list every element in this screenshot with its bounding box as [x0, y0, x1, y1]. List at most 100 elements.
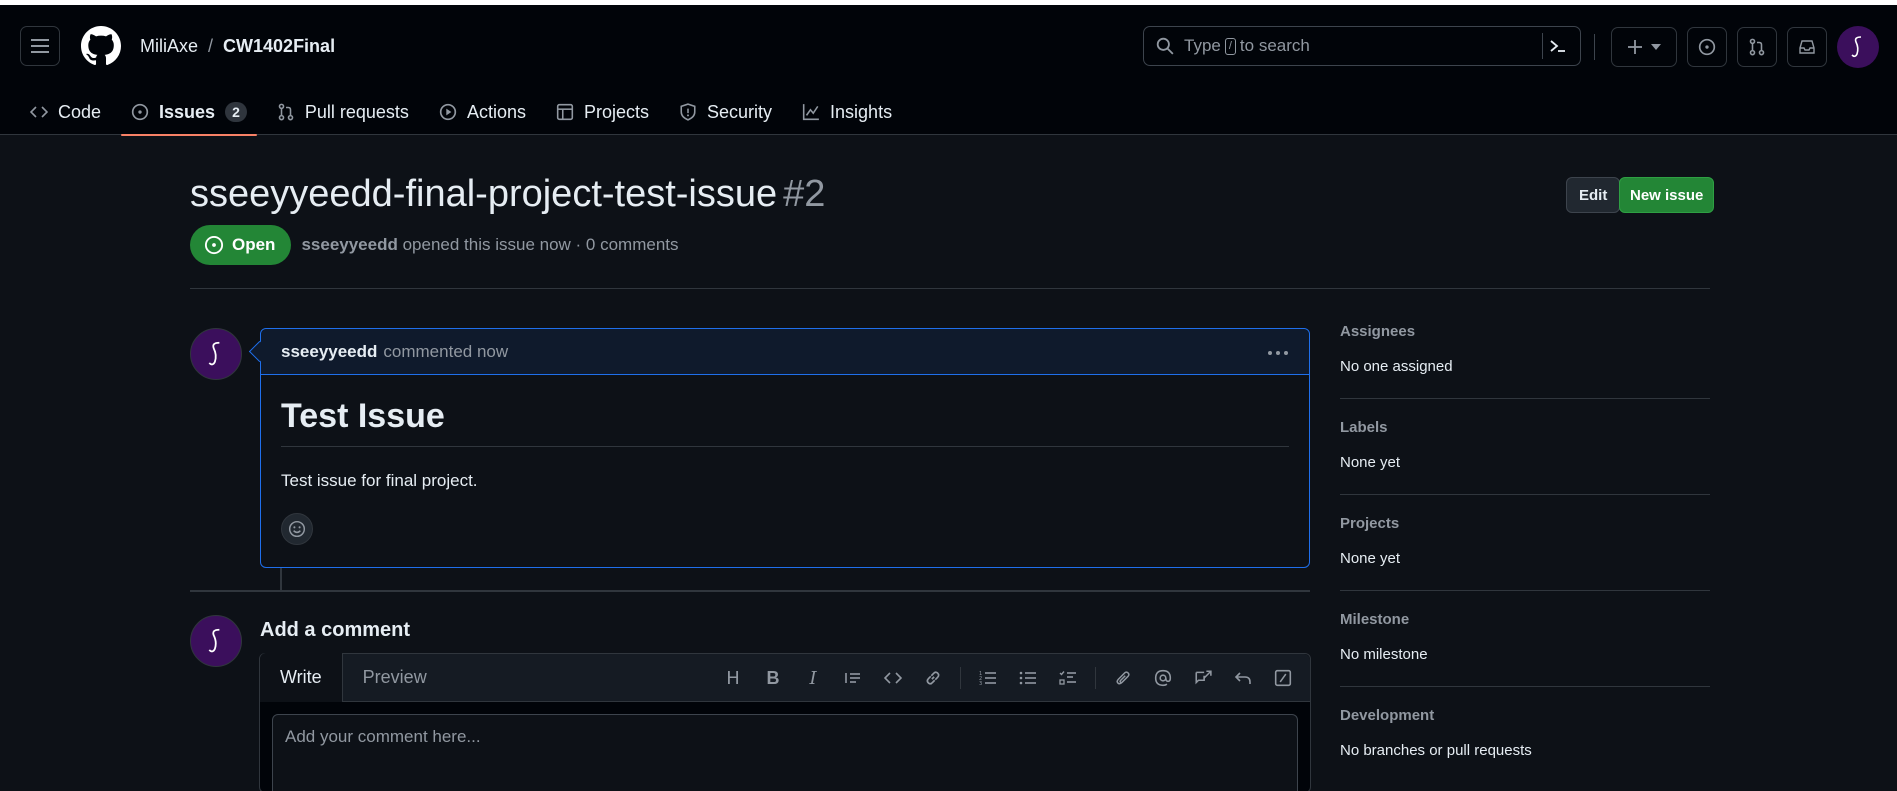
comment-timestamp[interactable]: commented now [383, 342, 508, 362]
caret-down-icon [1651, 44, 1661, 50]
menu-button[interactable] [20, 26, 60, 66]
edit-button[interactable]: Edit [1566, 177, 1621, 213]
tab-code[interactable]: Code [20, 89, 111, 135]
code-button[interactable] [876, 664, 910, 692]
header-actions [1588, 26, 1879, 68]
avatar-glyph-icon [1851, 36, 1862, 58]
breadcrumb-repo[interactable]: CW1402Final [223, 36, 335, 57]
graph-icon [802, 104, 819, 121]
kebab-horizontal-icon [1268, 351, 1288, 355]
search-input[interactable]: Type / to search [1143, 26, 1581, 66]
quote-icon [845, 673, 860, 683]
tab-pull-requests-label: Pull requests [304, 101, 409, 122]
issue-meta: sseeyyeedd opened this issue now · 0 com… [301, 235, 678, 255]
user-avatar[interactable] [1837, 26, 1879, 68]
link-button[interactable] [916, 664, 950, 692]
sidebar-projects-value: None yet [1340, 550, 1401, 567]
status-badge-label: Open [232, 235, 276, 254]
issue-state-row: Open sseeyyeedd opened this issue now · … [190, 225, 679, 265]
attach-file-button[interactable] [1106, 664, 1140, 692]
composer-avatar[interactable] [190, 615, 242, 667]
issues-count-badge: 2 [225, 102, 247, 122]
git-pull-request-icon [278, 103, 294, 121]
header-divider-line [190, 288, 1710, 289]
list-ordered-icon: 123 [979, 671, 996, 686]
issues-shortcut-button[interactable] [1687, 27, 1727, 67]
saved-replies-button[interactable] [1226, 664, 1260, 692]
tab-pull-requests[interactable]: Pull requests [267, 89, 419, 135]
comment-options-button[interactable] [1267, 341, 1289, 361]
heading-button[interactable]: H [716, 664, 750, 692]
issue-author-link[interactable]: sseeyyeedd [301, 235, 397, 254]
play-icon [439, 103, 457, 121]
list-unordered-icon [1019, 671, 1036, 685]
tab-projects[interactable]: Projects [546, 89, 659, 135]
comment-avatar[interactable] [190, 328, 242, 380]
code-icon [30, 106, 48, 118]
comment-editor: Write Preview H B I 123 Add your comment… [259, 653, 1311, 791]
sidebar-development-heading[interactable]: Development [1340, 707, 1710, 724]
tab-issues[interactable]: Issues 2 [121, 89, 257, 136]
hamburger-icon [31, 39, 49, 53]
sidebar-projects-heading[interactable]: Projects [1340, 515, 1710, 532]
bold-icon: B [766, 667, 780, 688]
command-palette-button[interactable] [1542, 33, 1572, 59]
editor-tabs: Write Preview H B I 123 [260, 653, 1310, 702]
comment-textarea[interactable]: Add your comment here... [272, 714, 1298, 791]
tab-write[interactable]: Write [260, 653, 343, 702]
search-shortcut-key: / [1224, 37, 1236, 55]
slash-commands-button[interactable] [1266, 664, 1300, 692]
add-comment-title: Add a comment [260, 619, 411, 641]
new-issue-button[interactable]: New issue [1619, 177, 1715, 213]
tab-issues-label: Issues [159, 101, 216, 122]
italic-button[interactable]: I [796, 664, 830, 692]
comment-text: Test issue for final project. [281, 471, 478, 490]
sidebar-assignees-heading[interactable]: Assignees [1340, 323, 1710, 340]
comment-author-link[interactable]: sseeyyeedd [281, 342, 377, 362]
link-icon [926, 671, 940, 685]
pull-requests-shortcut-button[interactable] [1737, 27, 1777, 67]
bulleted-list-button[interactable] [1011, 664, 1045, 692]
status-badge: Open [190, 225, 292, 265]
tasklist-icon [1059, 671, 1076, 685]
tab-code-label: Code [58, 101, 102, 122]
add-reaction-button[interactable] [281, 513, 313, 545]
tab-security[interactable]: Security [669, 89, 782, 135]
breadcrumb-separator: / [208, 35, 214, 56]
repo-header: MiliAxe / CW1402Final Type / to search C… [0, 5, 1897, 136]
search-icon [1156, 37, 1174, 55]
table-icon [556, 103, 574, 121]
issue-sidebar: Assignees No one assigned Labels None ye… [1340, 303, 1710, 783]
avatar-glyph-icon [208, 628, 220, 653]
git-pull-request-icon [1749, 38, 1765, 56]
cross-reference-icon [1195, 670, 1212, 685]
tab-security-label: Security [707, 101, 773, 122]
repo-tabs: Code Issues 2 Pull requests Actions Proj… [20, 89, 912, 136]
avatar-glyph-icon [208, 341, 220, 366]
comment-header: sseeyyeedd commented now [261, 329, 1309, 375]
sidebar-development-value: No branches or pull requests [1340, 742, 1532, 759]
cross-reference-button[interactable] [1186, 664, 1220, 692]
sidebar-milestone-heading[interactable]: Milestone [1340, 611, 1710, 628]
task-list-button[interactable] [1051, 664, 1085, 692]
numbered-list-button[interactable]: 123 [971, 664, 1005, 692]
search-placeholder-suffix: to search [1239, 36, 1310, 55]
create-new-button[interactable] [1611, 27, 1677, 67]
sidebar-labels-heading[interactable]: Labels [1340, 419, 1710, 436]
sidebar-milestone: Milestone No milestone [1340, 591, 1710, 687]
tab-preview[interactable]: Preview [343, 653, 447, 701]
issue-opened-icon [1698, 38, 1716, 56]
bold-button[interactable]: B [756, 664, 790, 692]
tab-insights[interactable]: Insights [792, 89, 902, 135]
code-icon [884, 672, 902, 684]
issue-comment: sseeyyeedd commented now Test Issue Test… [260, 328, 1310, 568]
github-logo-icon[interactable] [80, 25, 122, 67]
tab-actions[interactable]: Actions [429, 89, 536, 135]
notifications-button[interactable] [1787, 27, 1827, 67]
mention-button[interactable] [1146, 664, 1180, 692]
breadcrumb: MiliAxe / CW1402Final [140, 36, 335, 57]
breadcrumb-owner[interactable]: MiliAxe [140, 36, 198, 57]
header-divider [1594, 34, 1595, 60]
quote-button[interactable] [836, 664, 870, 692]
italic-icon: I [809, 667, 817, 689]
